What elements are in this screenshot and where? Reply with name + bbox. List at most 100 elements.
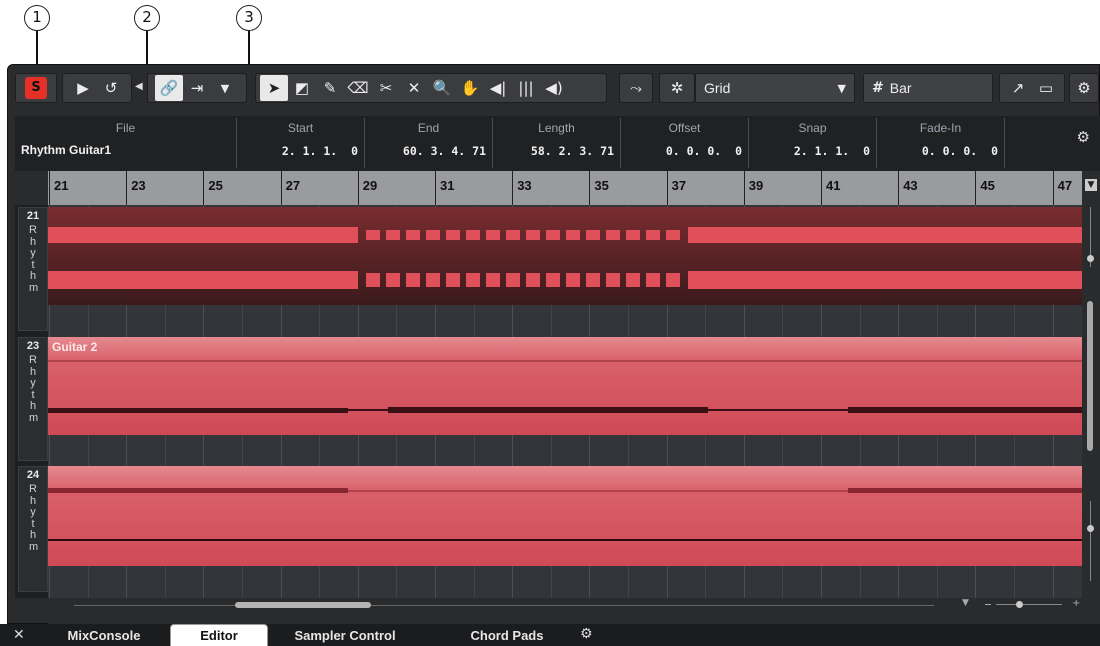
info-start: Start 2. 1. 1. 0 <box>237 118 365 168</box>
hand-icon[interactable]: ✋ <box>456 79 484 97</box>
zoom-plus-icon[interactable]: + <box>1072 598 1080 609</box>
auto-scroll-icon[interactable]: ⤳ <box>622 79 650 97</box>
ruler-mark: 41 <box>821 171 840 205</box>
snap-type-dropdown[interactable]: Grid ▼ <box>695 73 855 103</box>
callout-3: 3 <box>236 5 262 31</box>
playback-group: ▶ ↺ <box>62 73 132 103</box>
split-scissors-icon[interactable]: ✂ <box>372 79 400 97</box>
mute-icon[interactable]: ✕ <box>400 79 428 97</box>
info-start-header: Start <box>287 121 314 135</box>
track-header-21[interactable]: 21 Rhythm <box>18 207 48 331</box>
track-name: Rhythm <box>29 224 39 294</box>
info-offset-value[interactable]: 0. 0. 0. 0 <box>666 144 742 158</box>
infoline-settings-gear-icon[interactable]: ⚙ <box>1077 128 1090 146</box>
ruler-menu-icon[interactable]: ▼ <box>1085 179 1097 191</box>
window-buttons: ↗ ▭ <box>999 73 1065 103</box>
snap-icon[interactable]: ✲ <box>663 79 691 97</box>
track-number: 21 <box>26 210 40 222</box>
zoom-minus-icon[interactable] <box>985 604 991 605</box>
audio-event[interactable]: Guitar 2 <box>48 337 1082 435</box>
zoom-icon[interactable]: 🔍 <box>428 79 456 97</box>
play-icon[interactable]: ▶ <box>69 79 97 97</box>
info-file-header: File <box>115 121 136 135</box>
tab-chord-pads[interactable]: Chord Pads <box>450 624 564 646</box>
solo-button[interactable]: S <box>25 77 47 99</box>
lane-track-23: Guitar 2 <box>48 337 1082 461</box>
ruler-label: 29 <box>362 178 378 193</box>
chevron-down-icon: ▼ <box>837 81 846 95</box>
audition-icon[interactable]: ◀) <box>540 79 568 97</box>
curve-group: ⤳ <box>619 73 653 103</box>
play-options-arrow-icon[interactable]: ◀ <box>135 81 143 92</box>
split-icon[interactable]: ⇥ <box>183 79 211 97</box>
close-icon[interactable]: ✕ <box>13 627 25 643</box>
grid-icon: # <box>872 80 884 96</box>
quantize-value: Bar <box>889 80 912 96</box>
info-fade-in-value[interactable]: 0. 0. 0. 0 <box>922 144 998 158</box>
ruler-mark: 47 <box>1052 171 1072 205</box>
ruler-label: 45 <box>980 178 995 193</box>
event-display[interactable]: Guitar 2 <box>48 205 1082 598</box>
track-header-24[interactable]: 24 Rhythm <box>18 466 48 592</box>
horizontal-scrollbar-track[interactable] <box>74 605 934 606</box>
zoom-menu-icon[interactable]: ▼ <box>962 598 969 608</box>
info-snap-value[interactable]: 2. 1. 1. 0 <box>794 144 870 158</box>
open-in-window-icon[interactable]: ↗ <box>1004 79 1032 97</box>
zoom-slider-thumb-2[interactable] <box>1087 525 1094 532</box>
link-icon[interactable]: 🔗 <box>155 75 183 101</box>
ruler-label: 41 <box>826 178 841 193</box>
ruler-label: 21 <box>54 178 69 193</box>
audio-event[interactable] <box>48 207 1082 305</box>
gear-icon[interactable]: ⚙ <box>1070 79 1098 97</box>
ruler-mark: 31 <box>435 171 454 205</box>
dropdown-icon[interactable]: ▼ <box>211 82 239 95</box>
info-line: File Rhythm Guitar1 Start 2. 1. 1. 0 End… <box>15 116 1100 171</box>
zoom-slider-thumb-1[interactable] <box>1087 255 1094 262</box>
horizontal-zoom-track[interactable] <box>996 604 1062 605</box>
info-length: Length 58. 2. 3. 71 <box>493 118 621 168</box>
info-end-header: End <box>417 121 440 135</box>
info-snap: Snap 2. 1. 1. 0 <box>749 118 877 168</box>
warp-icon[interactable]: ||| <box>512 79 540 97</box>
callout-2: 2 <box>134 5 160 31</box>
info-end-value[interactable]: 60. 3. 4. 71 <box>403 144 486 158</box>
tab-mixconsole[interactable]: MixConsole <box>40 624 168 646</box>
zone-icon[interactable]: ▭ <box>1032 79 1060 97</box>
audio-event[interactable] <box>48 466 1082 566</box>
play-tool-icon[interactable]: ◀| <box>484 79 512 97</box>
horizontal-scroll-area: ▼ + <box>48 598 1082 624</box>
ruler[interactable]: 21 23 25 27 29 31 33 35 37 39 41 43 45 47 <box>48 171 1082 205</box>
horizontal-scrollbar-thumb[interactable] <box>235 602 371 608</box>
loop-icon[interactable]: ↺ <box>97 79 125 97</box>
info-length-value[interactable]: 58. 2. 3. 71 <box>531 144 614 158</box>
ruler-mark: 25 <box>203 171 223 205</box>
tabs-gear-icon[interactable]: ⚙ <box>580 626 593 642</box>
quantize-dropdown[interactable]: # Bar <box>863 73 993 103</box>
track-header-23[interactable]: 23 Rhythm <box>18 337 48 461</box>
vertical-scrollbar-thumb[interactable] <box>1087 301 1093 451</box>
ruler-mark: 35 <box>589 171 609 205</box>
range-selection-icon[interactable]: ◩ <box>288 79 316 97</box>
waveform-dashes-bottom <box>366 273 680 287</box>
ruler-mark: 43 <box>898 171 918 205</box>
draw-icon[interactable]: ✎ <box>316 79 344 97</box>
settings-group: ⚙ <box>1069 73 1099 103</box>
horizontal-zoom-thumb[interactable] <box>1016 601 1023 608</box>
tab-sampler-control[interactable]: Sampler Control <box>270 624 420 646</box>
vertical-zoom-panel: ▼ <box>1082 171 1100 626</box>
info-start-value[interactable]: 2. 1. 1. 0 <box>282 144 358 158</box>
link-group: 🔗 ⇥ ▼ <box>147 73 247 103</box>
lane-track-24 <box>48 466 1082 592</box>
ruler-mark: 29 <box>357 171 377 205</box>
ruler-label: 27 <box>285 178 301 193</box>
zoom-slider-track-2[interactable] <box>1090 501 1091 581</box>
tab-editor[interactable]: Editor <box>170 624 268 646</box>
erase-icon[interactable]: ⌫ <box>344 79 372 97</box>
object-selection-icon[interactable]: ➤ <box>260 75 288 101</box>
ruler-label: 39 <box>748 178 764 193</box>
info-file-value[interactable]: Rhythm Guitar1 <box>21 143 111 157</box>
ruler-mark: 21 <box>49 171 68 205</box>
info-offset: Offset 0. 0. 0. 0 <box>621 118 749 168</box>
ruler-label: 33 <box>517 178 532 193</box>
waveform <box>48 360 1082 413</box>
